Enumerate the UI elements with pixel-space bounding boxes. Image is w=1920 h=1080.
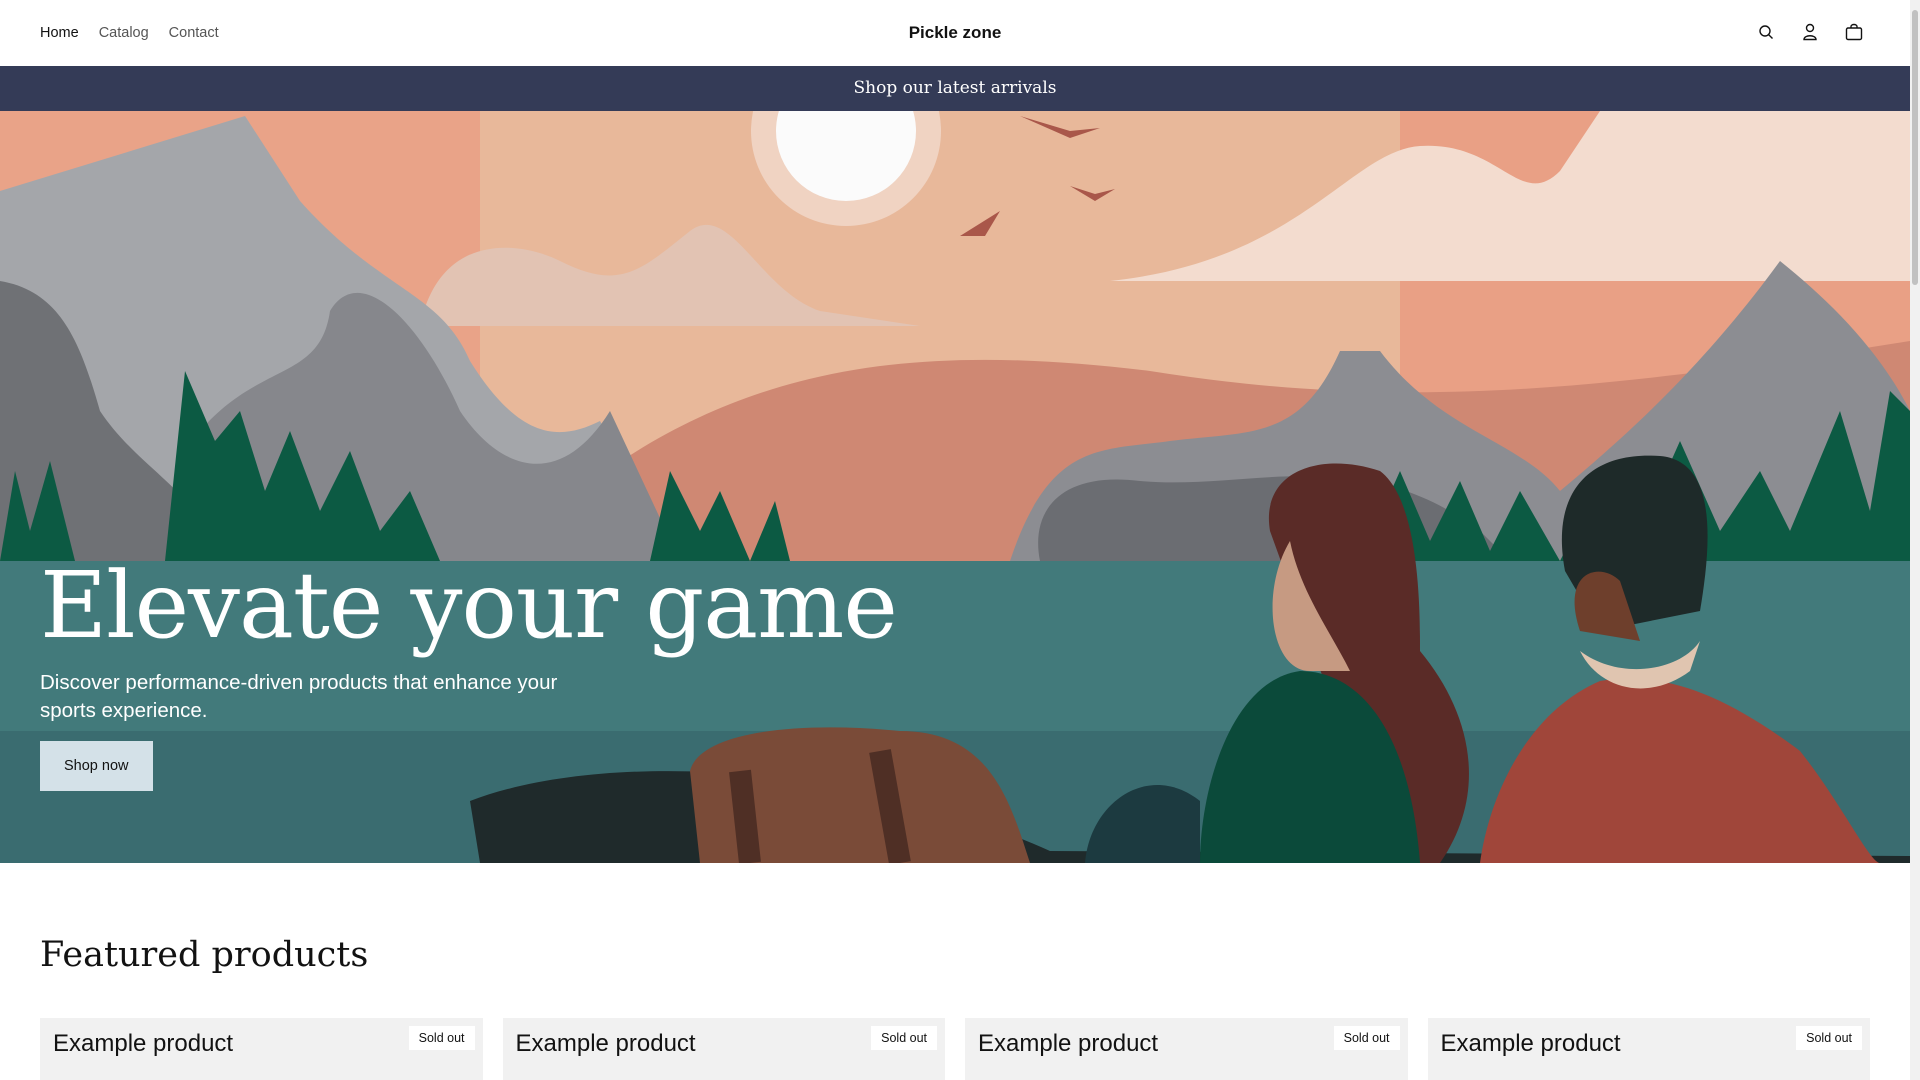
page: Home Catalog Contact Pickle zone Shop ou… [0, 0, 1910, 1080]
product-card[interactable]: Example product Sold out [1427, 1018, 1870, 1080]
featured-products: Featured products Example product Sold ou… [0, 935, 1910, 1080]
account-icon[interactable] [1799, 20, 1821, 44]
brand-logo[interactable]: Pickle zone [0, 0, 1910, 66]
product-title[interactable]: Example product [53, 1030, 233, 1058]
sold-out-badge: Sold out [408, 1026, 475, 1050]
sold-out-badge: Sold out [1796, 1026, 1862, 1050]
shop-now-button[interactable]: Shop now [40, 741, 153, 791]
sold-out-badge: Sold out [871, 1026, 937, 1050]
featured-heading: Featured products [40, 935, 369, 975]
product-title[interactable]: Example product [516, 1030, 696, 1058]
cart-icon[interactable] [1843, 20, 1865, 44]
product-card[interactable]: Example product Sold out [40, 1018, 483, 1080]
search-icon[interactable] [1755, 20, 1777, 44]
announcement-bar[interactable]: Shop our latest arrivals [0, 66, 1910, 111]
page-scrollbar[interactable] [1910, 0, 1920, 1080]
product-grid: Example product Sold out Example product S… [40, 1018, 1870, 1080]
product-title[interactable]: Example product [1441, 1030, 1621, 1058]
header-icons [1755, 20, 1865, 44]
hero-banner: Elevate your game Discover performance-d… [0, 111, 1910, 863]
product-title[interactable]: Example product [978, 1030, 1158, 1058]
hero-content: Elevate your game Discover performance-d… [40, 551, 898, 791]
product-card[interactable]: Example product Sold out [502, 1018, 945, 1080]
site-header: Home Catalog Contact Pickle zone [0, 0, 1910, 66]
hero-title: Elevate your game [40, 552, 898, 659]
sold-out-badge: Sold out [1333, 1026, 1400, 1050]
scrollbar-thumb[interactable] [1912, 10, 1918, 285]
product-card[interactable]: Example product Sold out [965, 1018, 1408, 1080]
hero-subtitle: Discover performance-driven products tha… [40, 671, 558, 722]
